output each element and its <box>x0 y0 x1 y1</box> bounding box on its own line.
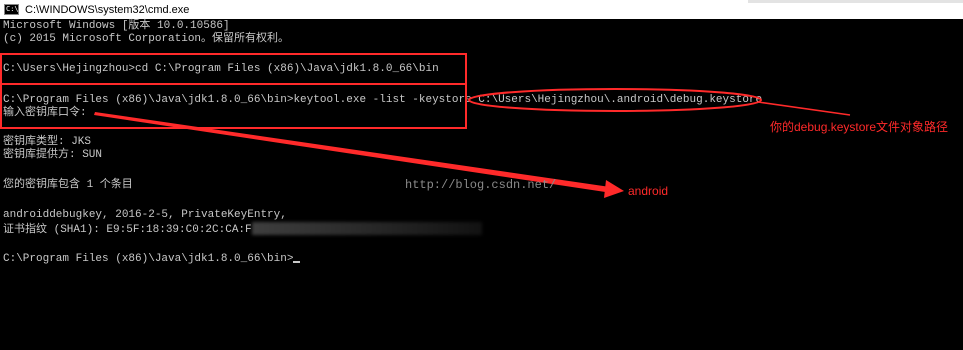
window-titlebar[interactable]: C:\ C:\WINDOWS\system32\cmd.exe <box>0 0 963 19</box>
window-title: C:\WINDOWS\system32\cmd.exe <box>25 3 190 16</box>
keystore-path-annotation: 你的debug.keystore文件对象路径 <box>770 120 949 134</box>
console-line: (c) 2015 Microsoft Corporation。保留所有权利。 <box>3 33 290 45</box>
fingerprint-text: 证书指纹 (SHA1): E9:5F:18:39:C0:2C:CA:F <box>3 224 252 236</box>
console-line: 输入密钥库口令: <box>3 107 87 119</box>
console-line: 密钥库类型: JKS <box>3 136 92 148</box>
console-line: Microsoft Windows [版本 10.0.10586] <box>3 20 230 32</box>
watermark: http://blog.csdn.net/ <box>405 178 557 192</box>
console-line: androiddebugkey, 2016-2-5, PrivateKeyEnt… <box>3 209 287 221</box>
console-line: C:\Users\Hejingzhou>cd C:\Program Files … <box>3 63 439 75</box>
console-line-fingerprint: 证书指纹 (SHA1): E9:5F:18:39:C0:2C:CA:F <box>3 222 482 237</box>
titlebar-edge <box>748 0 963 3</box>
text-cursor <box>293 261 301 263</box>
redacted-region <box>251 222 482 235</box>
console-prompt-line[interactable]: C:\Program Files (x86)\Java\jdk1.8.0_66\… <box>3 253 301 266</box>
console-line: C:\Program Files (x86)\Java\jdk1.8.0_66\… <box>3 94 763 106</box>
password-annotation: android <box>628 184 669 198</box>
cmd-app-icon: C:\ <box>4 4 19 15</box>
prompt-text: C:\Program Files (x86)\Java\jdk1.8.0_66\… <box>3 253 294 265</box>
console-line: 密钥库提供方: SUN <box>3 149 103 161</box>
console-line: 您的密钥库包含 1 个条目 <box>3 179 133 191</box>
